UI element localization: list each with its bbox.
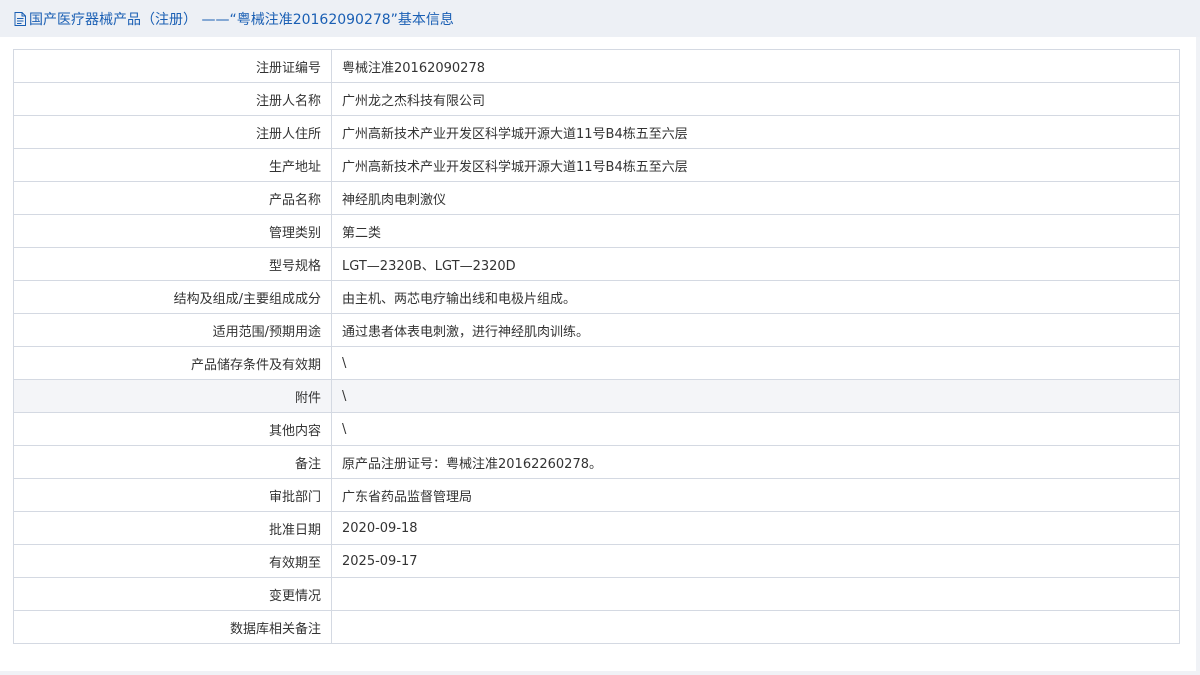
info-table: 注册证编号 粤械注准20162090278 注册人名称 广州龙之杰科技有限公司 … <box>13 49 1180 644</box>
row-label: 结构及组成/主要组成成分 <box>13 280 332 314</box>
row-label: 产品名称 <box>13 181 332 215</box>
table-row: 管理类别 第二类 <box>13 214 1180 248</box>
info-table-body: 注册证编号 粤械注准20162090278 注册人名称 广州龙之杰科技有限公司 … <box>13 49 1180 644</box>
table-row: 审批部门 广东省药品监督管理局 <box>13 478 1180 512</box>
page-header: 国产医疗器械产品（注册） ——“粤械注准20162090278”基本信息 <box>0 0 1200 37</box>
info-panel: 注册证编号 粤械注准20162090278 注册人名称 广州龙之杰科技有限公司 … <box>0 37 1196 671</box>
row-label: 管理类别 <box>13 214 332 248</box>
row-label: 型号规格 <box>13 247 332 281</box>
row-label: 批准日期 <box>13 511 332 545</box>
row-value: 2020-09-18 <box>331 511 1180 545</box>
row-value <box>331 577 1180 611</box>
row-value: \ <box>331 346 1180 380</box>
table-row: 数据库相关备注 <box>13 610 1180 644</box>
row-value: 由主机、两芯电疗输出线和电极片组成。 <box>331 280 1180 314</box>
page-title: 国产医疗器械产品（注册） ——“粤械注准20162090278”基本信息 <box>29 11 454 28</box>
table-row: 批准日期 2020-09-18 <box>13 511 1180 545</box>
row-value: 通过患者体表电刺激，进行神经肌肉训练。 <box>331 313 1180 347</box>
table-row: 注册人住所 广州高新技术产业开发区科学城开源大道11号B4栋五至六层 <box>13 115 1180 149</box>
row-value: 2025-09-17 <box>331 544 1180 578</box>
document-icon <box>14 11 26 26</box>
row-value: 第二类 <box>331 214 1180 248</box>
row-label: 适用范围/预期用途 <box>13 313 332 347</box>
table-row: 生产地址 广州高新技术产业开发区科学城开源大道11号B4栋五至六层 <box>13 148 1180 182</box>
row-label: 数据库相关备注 <box>13 610 332 644</box>
row-value: 广东省药品监督管理局 <box>331 478 1180 512</box>
row-label: 注册人住所 <box>13 115 332 149</box>
table-row: 适用范围/预期用途 通过患者体表电刺激，进行神经肌肉训练。 <box>13 313 1180 347</box>
table-row: 其他内容 \ <box>13 412 1180 446</box>
row-label: 备注 <box>13 445 332 479</box>
row-value: LGT—2320B、LGT—2320D <box>331 247 1180 281</box>
row-label: 注册证编号 <box>13 49 332 83</box>
table-row: 变更情况 <box>13 577 1180 611</box>
row-value: 原产品注册证号：粤械注准20162260278。 <box>331 445 1180 479</box>
row-value: 广州高新技术产业开发区科学城开源大道11号B4栋五至六层 <box>331 148 1180 182</box>
row-label: 生产地址 <box>13 148 332 182</box>
table-row: 附件 \ <box>13 379 1180 413</box>
table-row: 备注 原产品注册证号：粤械注准20162260278。 <box>13 445 1180 479</box>
table-row: 注册人名称 广州龙之杰科技有限公司 <box>13 82 1180 116</box>
table-row: 产品名称 神经肌肉电刺激仪 <box>13 181 1180 215</box>
row-label: 附件 <box>13 379 332 413</box>
page: 国产医疗器械产品（注册） ——“粤械注准20162090278”基本信息 注册证… <box>0 0 1200 675</box>
row-value: 广州龙之杰科技有限公司 <box>331 82 1180 116</box>
row-label: 变更情况 <box>13 577 332 611</box>
row-label: 其他内容 <box>13 412 332 446</box>
table-row: 注册证编号 粤械注准20162090278 <box>13 49 1180 83</box>
row-value: 神经肌肉电刺激仪 <box>331 181 1180 215</box>
row-value: \ <box>331 412 1180 446</box>
table-row: 结构及组成/主要组成成分 由主机、两芯电疗输出线和电极片组成。 <box>13 280 1180 314</box>
row-label: 审批部门 <box>13 478 332 512</box>
row-value: \ <box>331 379 1180 413</box>
table-row: 型号规格 LGT—2320B、LGT—2320D <box>13 247 1180 281</box>
row-label: 注册人名称 <box>13 82 332 116</box>
row-value: 粤械注准20162090278 <box>331 49 1180 83</box>
row-value: 广州高新技术产业开发区科学城开源大道11号B4栋五至六层 <box>331 115 1180 149</box>
table-row: 有效期至 2025-09-17 <box>13 544 1180 578</box>
row-label: 有效期至 <box>13 544 332 578</box>
row-label: 产品储存条件及有效期 <box>13 346 332 380</box>
table-row: 产品储存条件及有效期 \ <box>13 346 1180 380</box>
row-value <box>331 610 1180 644</box>
